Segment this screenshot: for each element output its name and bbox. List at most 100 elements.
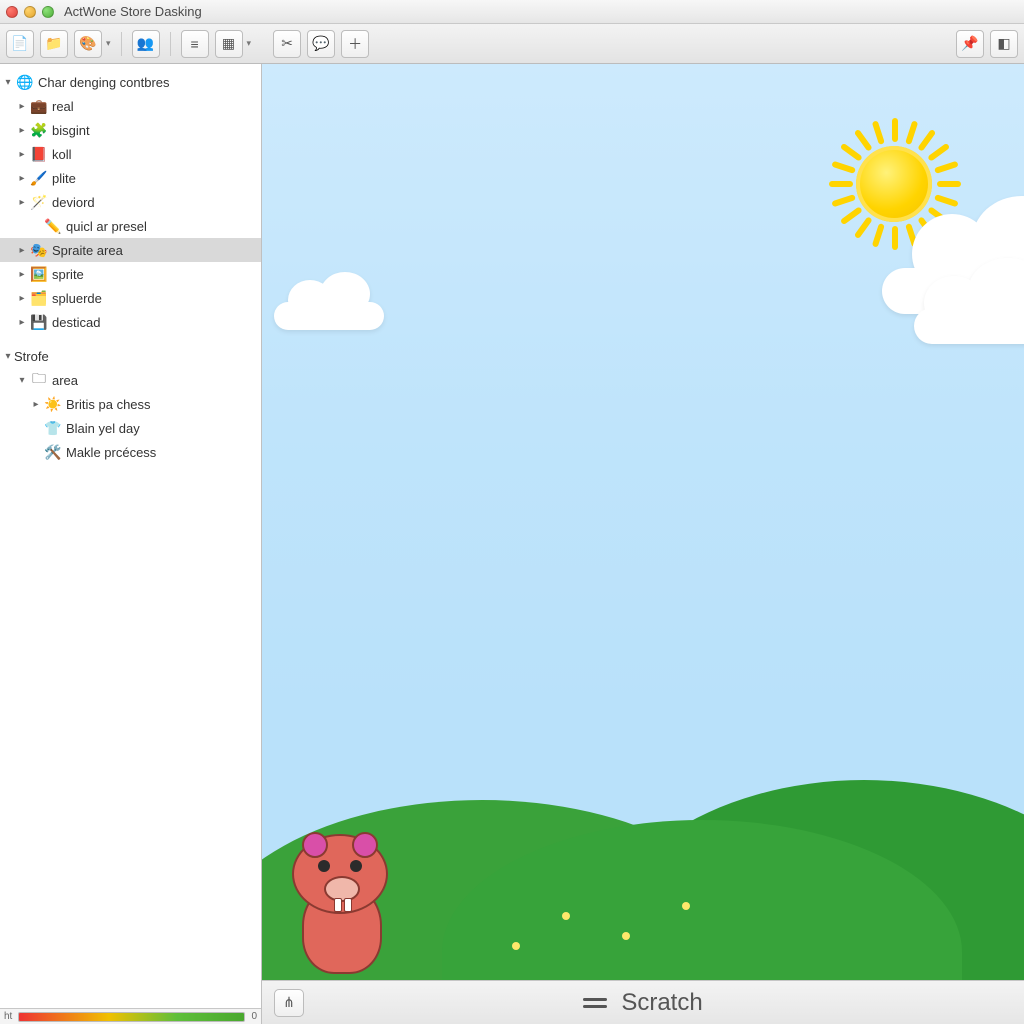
sun-icon: ☀️ <box>44 395 62 413</box>
folder-icon: 🗀 <box>30 371 48 389</box>
tree-item-label: desticad <box>52 315 100 330</box>
tree-item[interactable]: ▸ 💾 desticad <box>0 310 261 334</box>
tree-item-label: Britis pa chess <box>66 397 151 412</box>
tree-item[interactable]: ▾ 🗀 area <box>0 368 261 392</box>
chevron-right-icon[interactable]: ▸ <box>16 293 28 304</box>
cloud-sprite <box>274 284 384 330</box>
zoom-icon[interactable] <box>42 6 54 18</box>
pencil-icon: ✏️ <box>44 217 62 235</box>
tree-item-selected[interactable]: ▸ 🎭 Spraite area <box>0 238 261 262</box>
minimize-icon[interactable] <box>24 6 36 18</box>
close-icon[interactable] <box>6 6 18 18</box>
tree-item-label: deviord <box>52 195 95 210</box>
flower-sprite <box>682 902 690 910</box>
chevron-down-icon[interactable]: ▾ <box>247 38 252 49</box>
share-button[interactable]: ⋔ <box>274 989 304 1017</box>
status-bar: ht 0 <box>0 1008 261 1024</box>
tree-root-label: Char denging contbres <box>38 75 170 90</box>
tree-root[interactable]: ▾ 🌐 Char denging contbres <box>0 70 261 94</box>
scissors-icon: ✂ <box>281 35 293 52</box>
tree-item-label: plite <box>52 171 76 186</box>
tree-item-label: quicl ar presel <box>66 219 147 234</box>
tree-item[interactable]: ▸ 🛠️ Makle prcécess <box>0 440 261 464</box>
tree-item-label: area <box>52 373 78 388</box>
tree-item[interactable]: ▸ 🪄 deviord <box>0 190 261 214</box>
tree-item-label: bisgint <box>52 123 90 138</box>
tree-item-label: sprite <box>52 267 84 282</box>
image-icon: 🖼️ <box>30 265 48 283</box>
new-file-button[interactable]: 📄 <box>6 30 34 58</box>
tree-item[interactable]: ▸ 🧩 bisgint <box>0 118 261 142</box>
main-toolbar: 📄 📁 🎨 ▾ 👥 ≡ ▦ ▾ ✂ 💬 ＋ 📌 ◧ <box>0 24 1024 64</box>
menu-icon[interactable] <box>583 998 607 1008</box>
tree-item[interactable]: ▸ 🖌️ plite <box>0 166 261 190</box>
comment-button[interactable]: 💬 <box>307 30 335 58</box>
palette-button[interactable]: 🎨 <box>74 30 102 58</box>
stage-wrap: ⋔ Scratch <box>262 64 1024 1024</box>
traffic-lights <box>6 6 54 18</box>
tree-item[interactable]: ▸ ✏️ quicl ar presel <box>0 214 261 238</box>
health-gradient <box>18 1012 245 1022</box>
chevron-right-icon[interactable]: ▸ <box>16 197 28 208</box>
puzzle-icon: 🧩 <box>30 121 48 139</box>
chevron-right-icon[interactable]: ▸ <box>16 101 28 112</box>
chevron-right-icon[interactable]: ▸ <box>16 317 28 328</box>
palette-icon: 🎨 <box>79 35 96 52</box>
status-right: 0 <box>251 1011 257 1022</box>
chevron-right-icon[interactable]: ▸ <box>16 173 28 184</box>
tools-icon: 🛠️ <box>44 443 62 461</box>
tree-item[interactable]: ▸ 💼 real <box>0 94 261 118</box>
stage-canvas[interactable] <box>262 64 1024 980</box>
globe-icon: 🌐 <box>16 73 34 91</box>
tree-item-label: Blain yel day <box>66 421 140 436</box>
character-sprite[interactable] <box>278 834 398 974</box>
avatar-button[interactable]: 👥 <box>132 30 160 58</box>
stage-footer: ⋔ Scratch <box>262 980 1024 1024</box>
sprite-icon: 🎭 <box>30 241 48 259</box>
briefcase-icon: 💼 <box>30 97 48 115</box>
flower-sprite <box>512 942 520 950</box>
grid-icon: ▦ <box>222 35 235 52</box>
tree-item-label: real <box>52 99 74 114</box>
disk-icon: 💾 <box>30 313 48 331</box>
app-name: Scratch <box>621 989 702 1017</box>
chevron-down-icon[interactable]: ▾ <box>2 351 14 362</box>
comment-icon: 💬 <box>312 35 329 52</box>
chevron-right-icon[interactable]: ▸ <box>16 269 28 280</box>
chevron-down-icon[interactable]: ▾ <box>2 77 14 88</box>
list-icon: ≡ <box>190 36 198 52</box>
grid-view-button[interactable]: ▦ <box>215 30 243 58</box>
wand-icon: 🪄 <box>30 193 48 211</box>
tree-item[interactable]: ▸ 📕 koll <box>0 142 261 166</box>
tree-item[interactable]: ▸ ☀️ Britis pa chess <box>0 392 261 416</box>
list-view-button[interactable]: ≡ <box>181 30 209 58</box>
share-icon: ⋔ <box>283 994 295 1011</box>
chevron-down-icon[interactable]: ▾ <box>106 38 111 49</box>
project-tree[interactable]: ▾ 🌐 Char denging contbres ▸ 💼 real ▸ 🧩 b… <box>0 64 261 1008</box>
chevron-down-icon[interactable]: ▾ <box>16 375 28 386</box>
toolbar-separator <box>121 32 122 56</box>
tree-item[interactable]: ▸ 👕 Blain yel day <box>0 416 261 440</box>
sidebar: ▾ 🌐 Char denging contbres ▸ 💼 real ▸ 🧩 b… <box>0 64 262 1024</box>
tree-item-label: Makle prcécess <box>66 445 156 460</box>
mail-icon: 📕 <box>30 145 48 163</box>
tree-item-label: Spraite area <box>52 243 123 258</box>
panel-icon: ◧ <box>997 35 1010 52</box>
toolbar-separator <box>170 32 171 56</box>
add-button[interactable]: ＋ <box>341 30 369 58</box>
tree-section[interactable]: ▾ Strofe <box>0 344 261 368</box>
chevron-right-icon[interactable]: ▸ <box>16 245 28 256</box>
inspector-button[interactable]: ◧ <box>990 30 1018 58</box>
avatar-icon: 👥 <box>137 35 154 52</box>
tree-item[interactable]: ▸ 🗂️ spluerde <box>0 286 261 310</box>
document-icon: 📄 <box>11 35 28 52</box>
tree-item[interactable]: ▸ 🖼️ sprite <box>0 262 261 286</box>
open-file-button[interactable]: 📁 <box>40 30 68 58</box>
chevron-right-icon[interactable]: ▸ <box>16 149 28 160</box>
pin-button[interactable]: 📌 <box>956 30 984 58</box>
tools-button[interactable]: ✂ <box>273 30 301 58</box>
window-title: ActWone Store Dasking <box>64 4 202 19</box>
chevron-right-icon[interactable]: ▸ <box>16 125 28 136</box>
stack-icon: 🗂️ <box>30 289 48 307</box>
chevron-right-icon[interactable]: ▸ <box>30 399 42 410</box>
